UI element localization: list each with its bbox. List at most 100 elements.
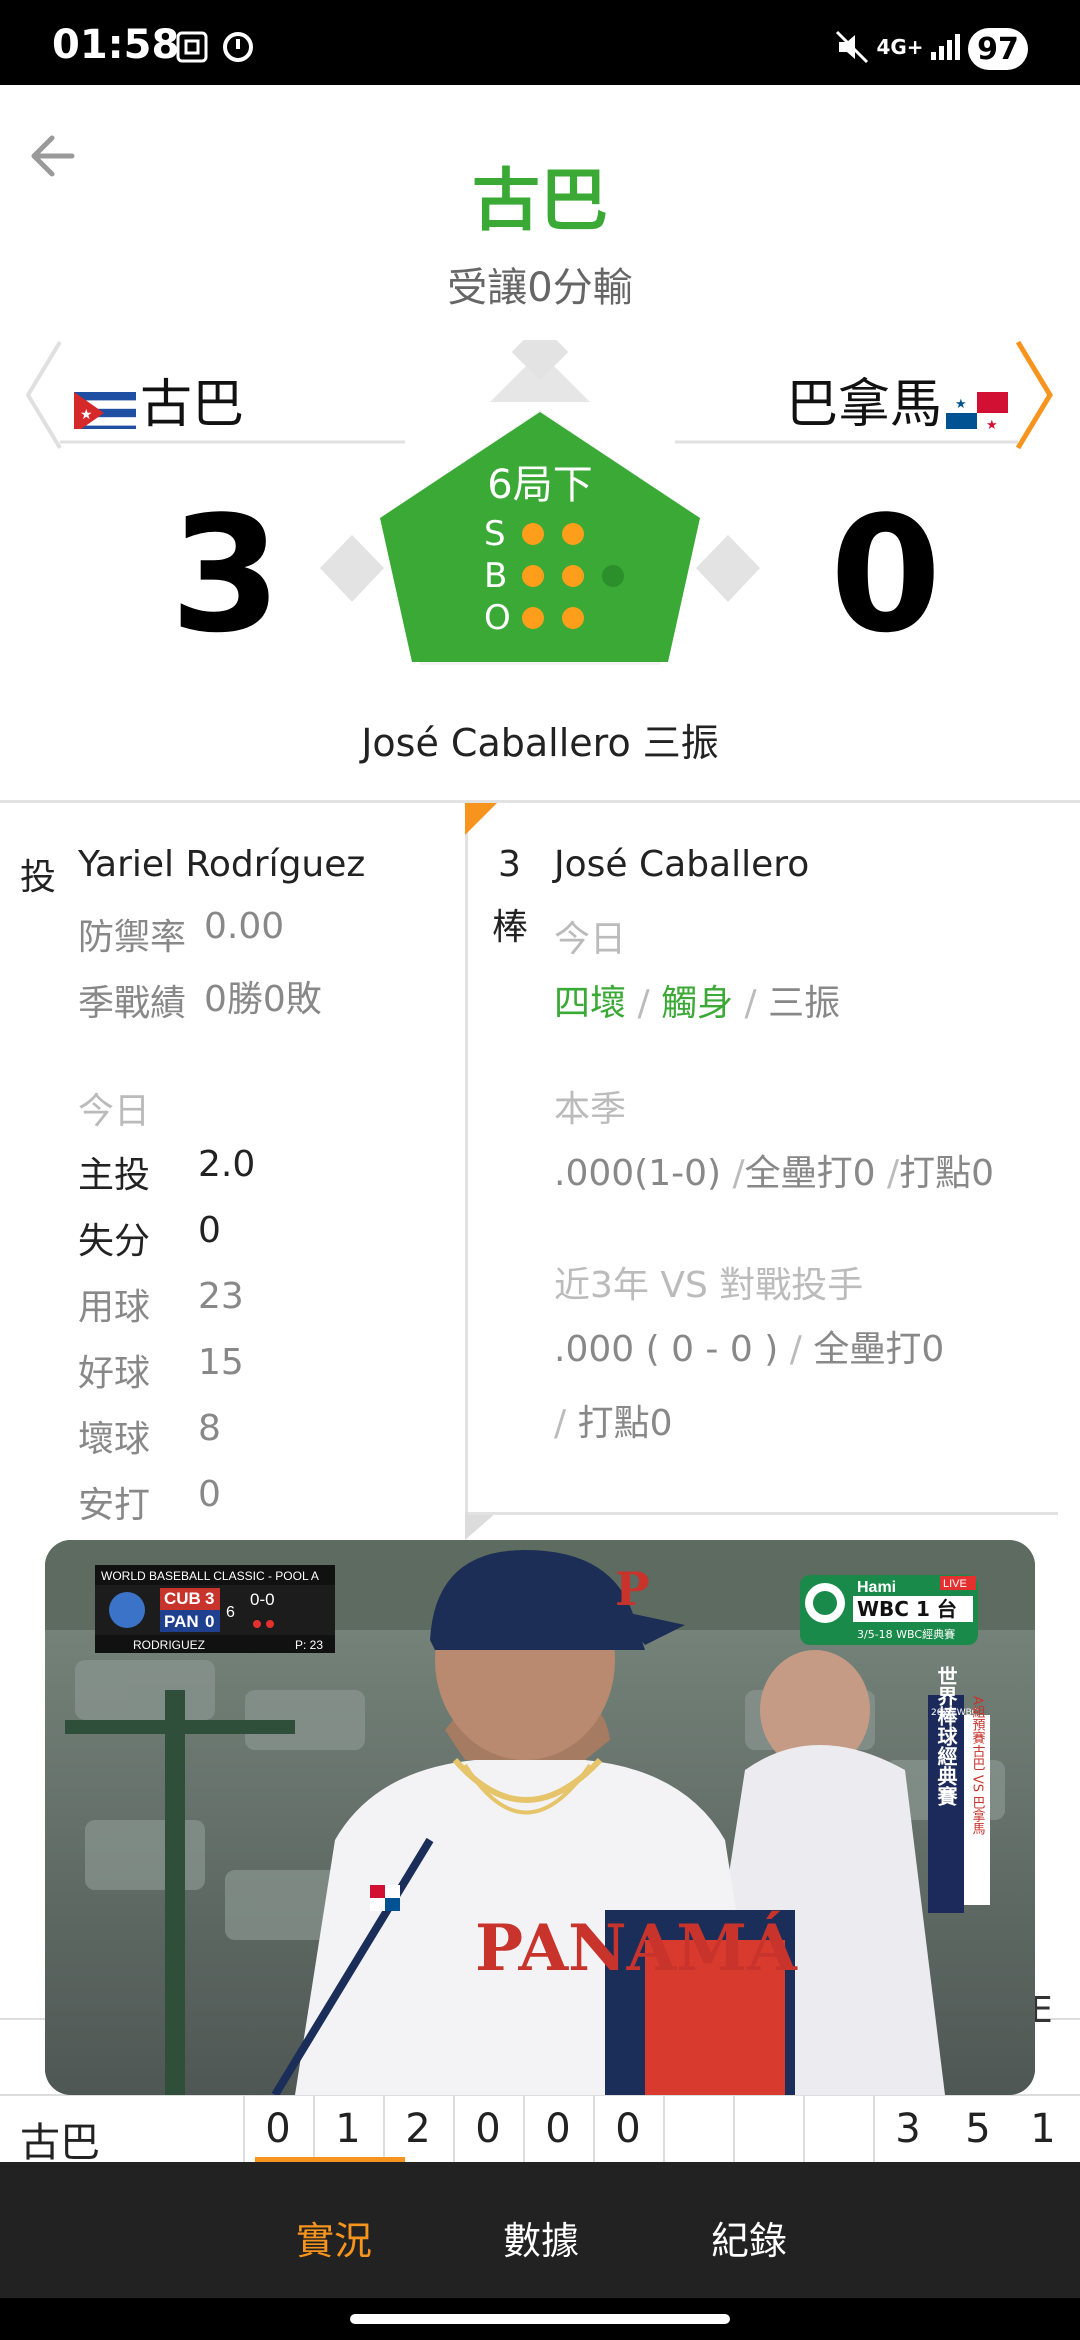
- ball-dot: [562, 565, 584, 587]
- out-dot: [562, 607, 584, 629]
- svg-text:LIVE: LIVE: [943, 1578, 967, 1590]
- svg-text:WBC 1 台: WBC 1 台: [857, 1597, 957, 1621]
- svg-text:3: 3: [205, 1589, 214, 1608]
- divider-marker: [465, 1512, 497, 1540]
- batter-name[interactable]: José Caballero: [554, 844, 809, 885]
- svg-text:PAN: PAN: [164, 1612, 199, 1631]
- tab-live[interactable]: 實況: [296, 2210, 372, 2265]
- video-frame: P PANAMÁ WORLD BASEBALL CLASSIC - POOL A…: [45, 1540, 1035, 2095]
- stat-label: 安打: [78, 1485, 151, 1526]
- strike-dot: [522, 523, 544, 545]
- batter-order-number: 3: [498, 844, 521, 885]
- batter-order-label: 棒: [492, 907, 529, 948]
- away-team-name: 古巴: [140, 375, 245, 435]
- stat-label: 好球: [78, 1353, 151, 1394]
- tab-records[interactable]: 紀錄: [711, 2210, 787, 2265]
- svg-text:0: 0: [205, 1612, 214, 1631]
- strike-dot: [562, 523, 584, 545]
- jersey-text: PANAMÁ: [475, 1911, 798, 1986]
- scorebug: WORLD BASEBALL CLASSIC - POOL A CUB 3 PA…: [95, 1565, 335, 1653]
- inning-score: 0: [475, 2106, 501, 2152]
- vs-pitcher-stats: .000 ( 0 - 0 ) / 全壘打0: [554, 1329, 945, 1370]
- record-value: 0勝0敗: [204, 979, 322, 1020]
- home-team-name: 巴拿馬: [786, 375, 943, 435]
- svg-text:CUB: CUB: [164, 1589, 201, 1608]
- svg-text:世界棒球經典賽: 世界棒球經典賽: [934, 1666, 958, 1807]
- svg-text:★: ★: [955, 397, 967, 412]
- network-type: 4G+: [876, 35, 924, 59]
- svg-text:Hami: Hami: [857, 1579, 896, 1596]
- svg-text:A組預賽: A組預賽: [970, 1696, 986, 1744]
- divider: [468, 1512, 1058, 1515]
- total-runs: 3: [895, 2106, 921, 2152]
- home-team[interactable]: 巴拿馬 ★ ★: [786, 362, 1012, 437]
- svg-text:P: P: [615, 1562, 650, 1616]
- stat-value: 8: [198, 1408, 221, 1449]
- strike-count: S: [484, 514, 602, 554]
- status-bar: 01:58 4G+ 97: [0, 0, 1080, 85]
- season-stats: .000(1-0) /全壘打0 /打點0: [554, 1153, 995, 1194]
- cuba-flag-icon: ★: [74, 387, 136, 429]
- channel-logo: Hami WBC 1 台 LIVE 3/5-18 WBC經典賽: [800, 1575, 978, 1645]
- svg-text:0-0: 0-0: [250, 1590, 275, 1609]
- battery-indicator: 97: [968, 28, 1028, 70]
- ball-count: B: [484, 556, 642, 596]
- stat-value: 2.0: [198, 1144, 256, 1185]
- svg-text:6: 6: [226, 1604, 235, 1621]
- side-banner: 2026 WBC 世界棒球經典賽 A組預賽 古巴 VS 巴拿馬: [928, 1666, 990, 1913]
- status-time: 01:58: [52, 22, 180, 68]
- batter-today-results: 四壞 / 觸身 / 三振: [554, 983, 841, 1024]
- batter-marker: [465, 803, 497, 835]
- boxscore-team: 古巴: [20, 2120, 100, 2166]
- stat-label: 失分: [78, 1221, 151, 1262]
- panama-flag-icon: ★ ★: [946, 387, 1009, 429]
- svg-text:3/5-18 WBC經典賽: 3/5-18 WBC經典賽: [857, 1627, 955, 1641]
- vs-pitcher-rbi: / 打點0: [554, 1403, 673, 1444]
- svg-text:古巴 VS 巴拿馬: 古巴 VS 巴拿馬: [970, 1745, 986, 1836]
- pitcher-name[interactable]: Yariel Rodríguez: [78, 844, 365, 885]
- stat-label: 用球: [78, 1287, 151, 1328]
- page-title: 古巴: [471, 162, 608, 241]
- inning-label: 6局下: [487, 462, 593, 508]
- inning-score: 1: [335, 2106, 361, 2152]
- record-label: 季戰績: [78, 983, 187, 1024]
- mute-icon: [832, 30, 872, 64]
- stat-label: 主投: [78, 1155, 151, 1196]
- sync-icon: [218, 30, 258, 64]
- svg-text:WORLD BASEBALL CLASSIC - POOL: WORLD BASEBALL CLASSIC - POOL A: [101, 1569, 319, 1583]
- stat-value: 23: [198, 1276, 244, 1317]
- divider: [0, 800, 1080, 803]
- screenshot-icon: [172, 30, 212, 64]
- page-subtitle: 受讓0分輸: [447, 265, 633, 311]
- signal-icon: [924, 30, 964, 64]
- pitcher-today-label: 今日: [78, 1091, 151, 1132]
- home-score: 0: [830, 481, 942, 668]
- gesture-bar[interactable]: [350, 2314, 730, 2324]
- stat-label: 壞球: [78, 1419, 151, 1460]
- svg-text:P: 23: P: 23: [295, 1638, 323, 1652]
- era-label: 防禦率: [78, 917, 187, 958]
- svg-text:RODRIGUEZ: RODRIGUEZ: [133, 1638, 205, 1652]
- inning-score: 0: [265, 2106, 291, 2152]
- batter-today-label: 今日: [554, 919, 627, 960]
- pitcher-role: 投: [20, 857, 57, 898]
- stat-value: 0: [198, 1474, 221, 1515]
- inning-score: 0: [615, 2106, 641, 2152]
- inning-score: 2: [405, 2106, 431, 2152]
- away-score: 3: [170, 481, 282, 668]
- total-hits: 5: [965, 2106, 991, 2152]
- tab-stats[interactable]: 數據: [503, 2210, 579, 2265]
- svg-text:★: ★: [986, 418, 998, 429]
- ball-dot: [522, 565, 544, 587]
- ball-dot: [602, 565, 624, 587]
- inning-score: 0: [545, 2106, 571, 2152]
- live-video-player[interactable]: P PANAMÁ WORLD BASEBALL CLASSIC - POOL A…: [45, 1540, 1035, 2095]
- stat-value: 15: [198, 1342, 244, 1383]
- vs-pitcher-label: 近3年 VS 對戰投手: [554, 1265, 864, 1306]
- stat-value: 0: [198, 1210, 221, 1251]
- total-errors: 1: [1030, 2106, 1056, 2152]
- season-label: 本季: [554, 1089, 627, 1130]
- away-team[interactable]: ★ 古巴: [70, 362, 244, 437]
- last-play-text: José Caballero 三振: [361, 721, 719, 765]
- out-dot: [522, 607, 544, 629]
